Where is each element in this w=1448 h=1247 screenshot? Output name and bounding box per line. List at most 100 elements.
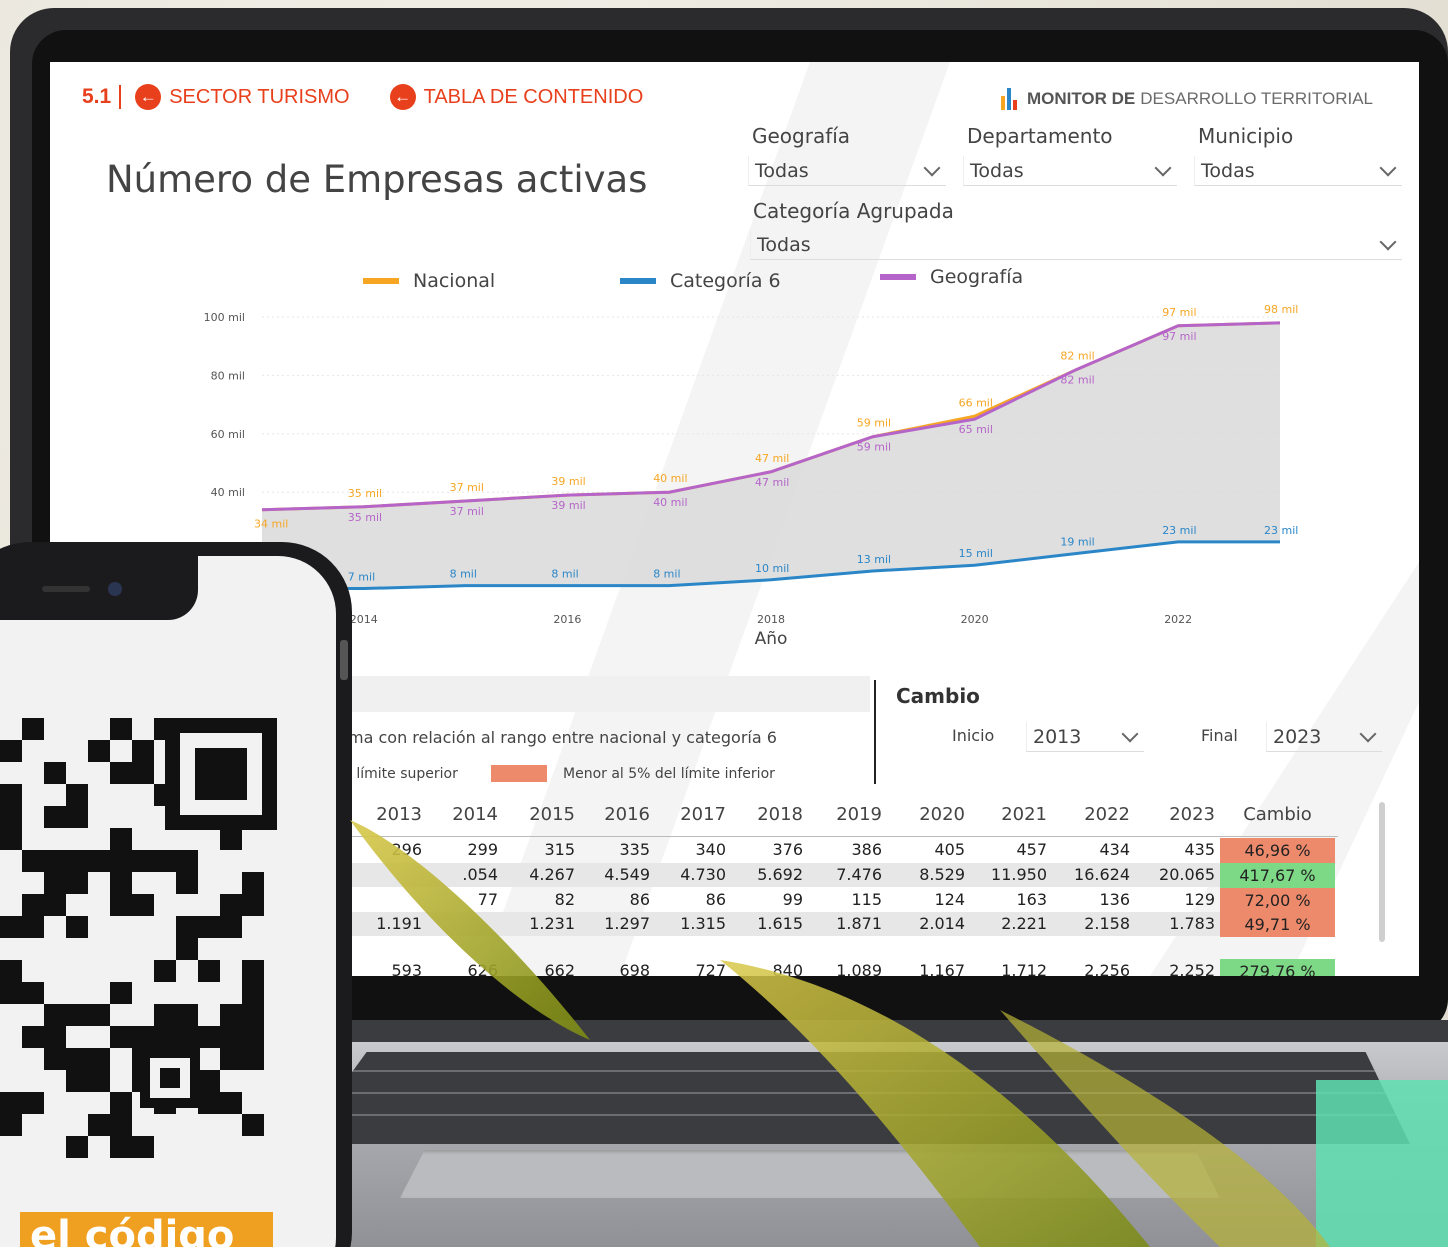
qr-module	[220, 828, 242, 850]
column-header[interactable]: 2019	[802, 804, 882, 825]
table-cell: 86	[705, 890, 726, 909]
table-cell: 4.267	[529, 865, 575, 884]
column-header[interactable]: 2017	[646, 804, 726, 825]
qr-module	[176, 1004, 198, 1026]
qr-module	[110, 762, 132, 784]
data-label: 40 mil	[653, 496, 687, 509]
qr-module	[88, 1114, 110, 1136]
qr-module	[88, 1048, 110, 1070]
qr-module	[198, 1092, 220, 1114]
qr-module	[22, 982, 44, 1004]
qr-module	[66, 1136, 88, 1158]
data-label: 47 mil	[755, 476, 789, 489]
qr-module	[220, 894, 242, 916]
table-cell: 1.191	[376, 914, 422, 933]
qr-module	[0, 1092, 22, 1114]
qr-module	[220, 1004, 242, 1026]
qr-module	[242, 1048, 264, 1070]
qr-module	[220, 1026, 242, 1048]
column-header[interactable]: 2023	[1135, 804, 1215, 825]
table-cell: 5.692	[757, 865, 803, 884]
data-label: 39 mil	[551, 475, 585, 488]
touchpad	[400, 1150, 1220, 1198]
table-cell: .054	[462, 865, 498, 884]
qr-module	[44, 894, 66, 916]
table-cell: 2.256	[1084, 961, 1130, 976]
lower-limit-swatch	[491, 765, 547, 782]
inicio-select[interactable]: 2013	[1026, 722, 1144, 752]
qr-module	[110, 872, 132, 894]
data-label: 40 mil	[653, 472, 687, 485]
x-tick-label: 2020	[961, 613, 989, 626]
change-cell: 46,96 %	[1220, 838, 1335, 863]
y-tick-label: 100 mil	[204, 311, 245, 324]
table-cell: 457	[1016, 840, 1047, 859]
qr-module	[44, 872, 66, 894]
data-label: 8 mil	[653, 568, 680, 581]
data-label: 8 mil	[551, 568, 578, 581]
phone-side-button	[340, 640, 348, 680]
column-header[interactable]: 2022	[1050, 804, 1130, 825]
table-cell: 2.252	[1169, 961, 1215, 976]
qr-module	[154, 1026, 176, 1048]
data-label: 37 mil	[450, 481, 484, 494]
table-cell: 1.712	[1001, 961, 1047, 976]
table-cell: 4.549	[604, 865, 650, 884]
qr-module	[66, 1004, 88, 1026]
qr-module	[154, 1004, 176, 1026]
table-cell: 662	[544, 961, 575, 976]
qr-module	[242, 960, 264, 982]
table-cell: 2.014	[919, 914, 965, 933]
qr-module	[132, 850, 154, 872]
column-header[interactable]: 2015	[495, 804, 575, 825]
table-cell: 86	[629, 890, 650, 909]
table-cell: 840	[772, 961, 803, 976]
column-header[interactable]: 2021	[967, 804, 1047, 825]
final-select[interactable]: 2023	[1266, 722, 1382, 752]
column-header[interactable]: 2014	[418, 804, 498, 825]
column-header[interactable]: 2013	[342, 804, 422, 825]
table-cell: 115	[851, 890, 882, 909]
table-cell: 20.065	[1159, 865, 1215, 884]
table-cell: 99	[782, 890, 803, 909]
table-cell: 129	[1184, 890, 1215, 909]
table-scrollbar[interactable]	[1379, 802, 1385, 942]
table-cell: 1.167	[919, 961, 965, 976]
qr-module	[110, 718, 132, 740]
table-cell: 16.624	[1074, 865, 1130, 884]
qr-module	[110, 850, 132, 872]
qr-module	[88, 1070, 110, 1092]
qr-module	[44, 806, 66, 828]
qr-module	[220, 1092, 242, 1114]
qr-module	[110, 982, 132, 1004]
column-header[interactable]: 2018	[723, 804, 803, 825]
qr-module	[0, 828, 22, 850]
qr-module	[242, 1114, 264, 1136]
qr-module	[44, 1048, 66, 1070]
qr-finder	[195, 748, 247, 800]
divider	[874, 680, 876, 784]
column-header[interactable]: 2020	[885, 804, 965, 825]
table-cell: 593	[391, 961, 422, 976]
qr-module	[154, 960, 176, 982]
data-label: 15 mil	[959, 547, 993, 560]
data-label: 97 mil	[1162, 330, 1196, 343]
qr-module	[66, 1070, 88, 1092]
change-cell: 49,71 %	[1220, 912, 1335, 937]
qr-module	[22, 894, 44, 916]
select-value: 2013	[1033, 726, 1082, 748]
column-header[interactable]: 2016	[570, 804, 650, 825]
data-label: 66 mil	[959, 396, 993, 409]
qr-module	[0, 916, 22, 938]
qr-module	[88, 740, 110, 762]
table-cell: 296	[391, 840, 422, 859]
qr-module	[132, 1136, 154, 1158]
header-divider	[348, 836, 1338, 837]
data-label: 23 mil	[1264, 524, 1298, 537]
column-header[interactable]: Cambio	[1220, 804, 1335, 825]
table-cell	[342, 863, 422, 887]
qr-module	[44, 850, 66, 872]
qr-code[interactable]	[0, 718, 290, 1188]
x-axis-title: Año	[755, 629, 788, 649]
data-label: 10 mil	[755, 562, 789, 575]
